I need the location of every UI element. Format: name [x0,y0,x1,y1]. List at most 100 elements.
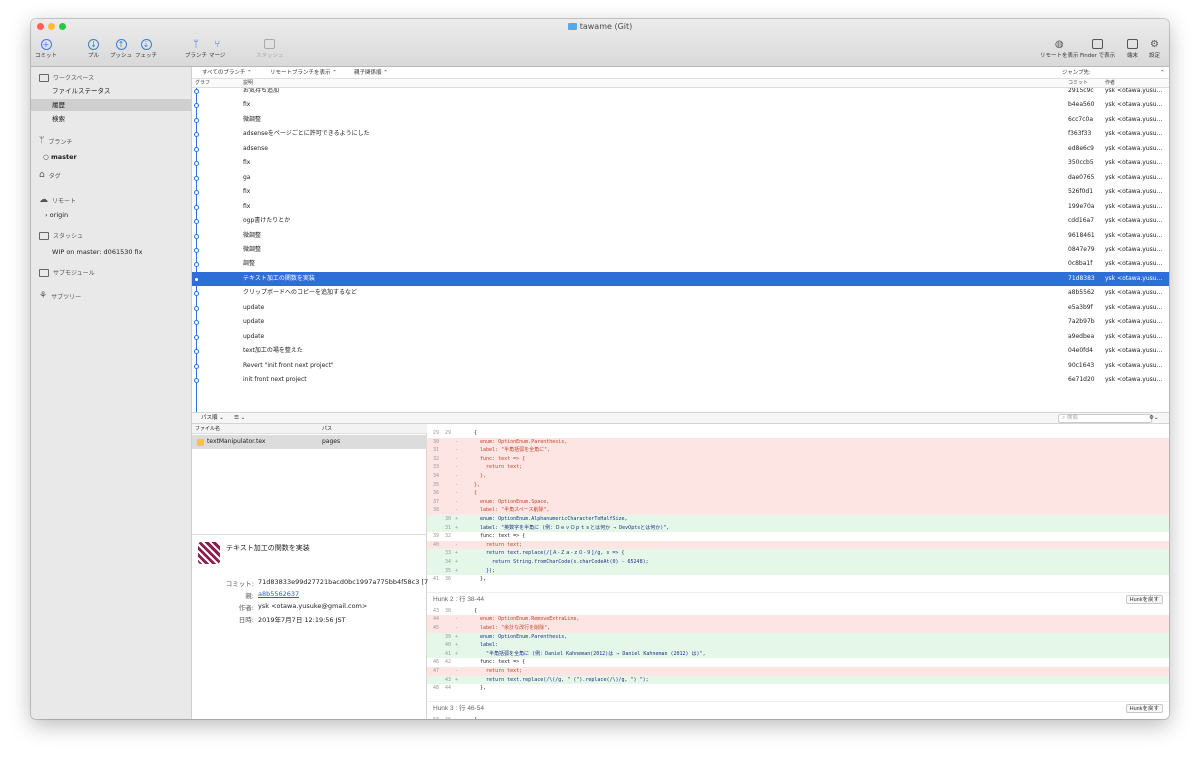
remote-show-button[interactable]: ◍ リモートを表示 [1040,37,1079,60]
diff-line-added[interactable]: 41 + "半角括弧を全角に (例：Daniel Kahneman(2012)は … [427,649,1169,659]
diff-line-removed[interactable]: 30 - enum: OptionEnum.Parenthesis, [427,437,1169,447]
diff-line-context[interactable]: 43 38 { [427,607,1169,616]
commit-row[interactable]: update e5a3b9f ysk <otawa.yusu... [192,301,1169,315]
diff-line-added[interactable]: 39 + enum: OptionEnum.Parenthesis, [427,632,1169,642]
diff-line-removed[interactable]: 36 - { [427,489,1169,498]
commit-row[interactable]: update 7a2b97b ysk <otawa.yusu... [192,315,1169,329]
push-button[interactable]: ↑ プッシュ [110,37,132,59]
diff-line-removed[interactable]: 31 - label: "半角括弧を全角に", [427,446,1169,455]
commit-row[interactable]: 調整 0c8ba1f ysk <otawa.yusu... [192,257,1169,271]
search-input[interactable]: ⌕ 検索 [1058,414,1152,423]
file-name: textManipulator.tex [207,438,266,445]
commit-row[interactable]: fix 350ccb5 ysk <otawa.yusu... [192,156,1169,170]
sidebar-item-origin[interactable]: › origin [31,209,191,221]
commit-desc: init front next project [243,376,307,383]
commit-desc: update [243,318,265,326]
diff-line-removed[interactable]: 44 - enum: OptionEnum.RemoveExtraLine, [427,615,1169,624]
sidebar-item-file-status[interactable]: ファイルステータス [31,85,191,97]
commit-row[interactable]: fix 526f0d1 ysk <otawa.yusu... [192,185,1169,199]
commit-row[interactable]: ogp書けたりとか cdd16a7 ysk <otawa.yusu... [192,214,1169,228]
diff-line-removed[interactable]: 40 - return text; [427,540,1169,550]
commit-row[interactable]: クリップボードへのコピーを追加するなど a8b5562 ysk <otawa.yus… [192,286,1169,300]
diff-marker: + [455,559,459,565]
diff-line-removed[interactable]: 47 - return text; [427,667,1169,676]
commit-row[interactable]: ga dae0765 ysk <otawa.yusu... [192,171,1169,185]
view-mode-select[interactable]: ☰ ⌄ [234,413,245,424]
commit-row[interactable]: fix b4ea560 ysk <otawa.yusu... [192,98,1169,112]
sidebar-item-search[interactable]: 検索 [31,113,191,125]
new-line-number: 34 [444,559,451,565]
diff-line-added[interactable]: 35 + }); [427,566,1169,576]
diff-line-context[interactable]: 46 42 func: text => { [427,658,1169,667]
finder-show-button[interactable]: Finder で表示 [1080,37,1115,59]
commit-row[interactable]: お気持ち追加 2915c9c ysk <otawa.yusu... [192,88,1169,98]
parent-link[interactable]: a8b5562637 [258,590,299,598]
file-row[interactable]: textManipulator.tex pages [192,435,427,449]
commit-row[interactable]: update a9edbea ysk <otawa.yusu... [192,330,1169,344]
diff-line-removed[interactable]: 35 -}, [427,480,1169,490]
col-path[interactable]: パス [322,424,332,434]
sidebar-section-workspace[interactable]: ワークスペース [39,73,94,82]
path-order-select[interactable]: パス順 ⌄ [201,413,224,424]
diff-line-removed[interactable]: 32 - func: text => { [427,454,1169,464]
commit-row[interactable]: 微調整 0847e79 ysk <otawa.yusu... [192,243,1169,257]
commit-row[interactable]: fix 199e70a ysk <otawa.yusu... [192,200,1169,214]
sidebar-item-master[interactable]: ○ master [31,151,191,163]
col-desc[interactable]: 説明 [243,79,253,88]
diff-line-removed[interactable]: 34 - }, [427,472,1169,481]
sidebar-item-stash-entry[interactable]: WIP on master: d061530 fix [31,246,191,258]
commit-row[interactable]: テキスト加工の関数を実装 71d8383 ysk <otawa.yusu... [192,271,1169,287]
gear-menu-button[interactable]: ⚙⌄ [1149,413,1159,424]
commit-row[interactable]: 微調整 6cc7c0a ysk <otawa.yusu... [192,113,1169,127]
settings-button[interactable]: ⚙ 設定 [1149,37,1160,60]
diff-line-context[interactable]: 5046 { [427,716,1169,719]
diff-line-added[interactable]: 30 + enum: OptionEnum.AlphanumericCharact… [427,515,1169,524]
commit-row[interactable]: 微調整 9618461 ysk <otawa.yusu... [192,229,1169,243]
diff-line-context[interactable]: 48 44 }, [427,684,1169,693]
revert-hunk-button[interactable]: Hunkを戻す [1125,703,1163,713]
fetch-button[interactable]: ⇣ フェッチ [135,37,157,59]
commit-row[interactable]: adsenseをページごとに許可できるようにした f363f33 ysk <otaw… [192,127,1169,141]
sidebar-section-subtrees[interactable]: ⚘ サブツリー [39,291,81,301]
diff-line-removed[interactable]: 38 - label: "半角スペース削除", [427,506,1169,515]
show-remote-select[interactable]: リモートブランチを表示 ⌃ [270,67,337,79]
pull-button[interactable]: ↓ プル [88,37,99,59]
stash-button[interactable]: スタッシュ [256,37,284,59]
sidebar-section-tags[interactable]: ⌂ タグ [39,170,61,180]
diff-line-removed[interactable]: 37 - enum: OptionEnum.Space, [427,497,1169,507]
diff-line-added[interactable]: 40 + label: [427,641,1169,650]
col-commit[interactable]: コミット [1068,79,1088,88]
diff-line-context[interactable]: 41 36 }, [427,575,1169,584]
diff-line-removed[interactable]: 45 - label: "余計な改行を削除", [427,624,1169,633]
jump-select[interactable]: ⌃ [1160,67,1165,79]
diff-line-added[interactable]: 43 + return text.replace(/\(/g, " (").rep… [427,675,1169,685]
diff-line-added[interactable]: 33 + return text.replace(/[Ａ-Ｚａ-ｚ０-９]/g, … [427,549,1169,558]
diff-line-added[interactable]: 34 + return String.fromCharCode(s.charCod… [427,558,1169,567]
ancestry-select[interactable]: 親子関係順 ⌃ [354,67,388,79]
col-graph[interactable]: グラフ [195,79,210,88]
sidebar-section-submodules[interactable]: サブモジュール [39,268,95,277]
merge-button[interactable]: ⑂ マージ [209,37,225,60]
commit-row[interactable]: text加工の場を整えた 04e0fd4 ysk <otawa.yusu... [192,344,1169,358]
commit-row[interactable]: adsense ed8e6c9 ysk <otawa.yusu... [192,142,1169,156]
col-author[interactable]: 作者 [1105,79,1115,88]
commit-desc: adsenseをページごとに許可できるようにした [243,130,370,138]
commit-row[interactable]: init front next project 6e71d20 ysk <otawa… [192,373,1169,387]
sidebar-section-remotes[interactable]: ☁ リモート [39,195,76,205]
commit-button[interactable]: + コミット [35,37,57,59]
branch-button[interactable]: ᛘ ブランチ [185,37,207,60]
sidebar-item-history[interactable]: 履歴 [31,99,191,111]
diff-line-context[interactable]: 29 29 { [427,429,1169,438]
file-pane: ファイル名 パス textManipulator.tex pages テキスト加… [192,424,428,719]
revert-hunk-button[interactable]: Hunkを戻す [1125,594,1163,604]
sidebar-section-stash[interactable]: スタッシュ [39,231,83,240]
sidebar-section-branches[interactable]: ᛘ ブランチ [39,136,72,146]
terminal-button[interactable]: 端末 [1127,37,1138,59]
all-branches-select[interactable]: すべてのブランチ ⌃ [202,67,252,79]
diff-line-context[interactable]: 39 32 func: text => { [427,532,1169,541]
commit-row[interactable]: Revert "init front next project" 90c1643 y… [192,359,1169,373]
diff-line-removed[interactable]: 33 - return text; [427,463,1169,472]
col-filename[interactable]: ファイル名 [195,424,220,434]
diff-line-added[interactable]: 31 + label: "英数字を半角に (例：ＤｅｖＯｐｔｓとは何か → Dev… [427,523,1169,533]
old-line-number: 39 [432,533,439,540]
